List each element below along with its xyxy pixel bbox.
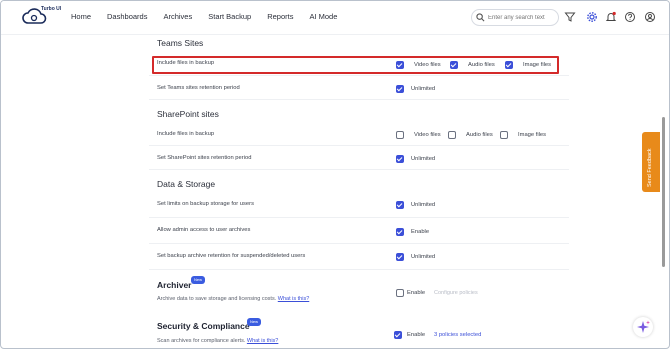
user-avatar-icon[interactable]	[644, 11, 656, 23]
sharepoint-retention-checkbox[interactable]	[396, 155, 404, 163]
settings-content: Teams Sites Include files in backup Vide…	[149, 35, 569, 348]
storage-section-title: Data & Storage	[157, 179, 216, 189]
search-box	[471, 9, 559, 26]
security-what-link[interactable]: What is this?	[247, 338, 278, 344]
nav-dashboards[interactable]: Dashboards	[107, 12, 147, 21]
archiver-description: Archive data to save storage and licensi…	[157, 296, 309, 302]
security-description: Scan archives for compliance alerts. Wha…	[157, 338, 278, 344]
admin-access-value: Enable	[411, 229, 430, 235]
sparkle-icon	[637, 320, 650, 333]
main-nav: Home Dashboards Archives Start Backup Re…	[71, 12, 353, 21]
archive-retention-label: Set backup archive retention for suspend…	[157, 253, 306, 259]
admin-access-row: Allow admin access to user archives Enab…	[149, 220, 569, 244]
teams-retention-label: Set Teams sites retention period	[157, 85, 240, 91]
sharepoint-include-label: Include files in backup	[157, 131, 215, 137]
teams-section-title: Teams Sites	[157, 38, 204, 48]
archiver-new-badge: New	[191, 276, 206, 284]
admin-access-checkbox[interactable]	[396, 228, 404, 236]
brand-name: Turbo UI	[41, 6, 62, 12]
scrollbar-thumb[interactable]	[662, 117, 665, 267]
send-feedback-tab[interactable]: Send Feedback	[642, 132, 660, 192]
app-window: Turbo UI Home Dashboards Archives Start …	[0, 0, 670, 349]
archive-retention-checkbox[interactable]	[396, 253, 404, 261]
teams-retention-value: Unlimited	[411, 86, 436, 92]
security-title: Security & Compliance	[157, 321, 250, 331]
sharepoint-retention-value: Unlimited	[411, 156, 436, 162]
bell-icon[interactable]	[605, 11, 617, 23]
gear-icon[interactable]	[586, 11, 598, 23]
security-new-badge: New	[247, 318, 262, 326]
nav-ai-mode[interactable]: AI Mode	[309, 12, 337, 21]
storage-limit-checkbox[interactable]	[396, 201, 404, 209]
nav-home[interactable]: Home	[71, 12, 91, 21]
archiver-enable-label: Enable	[407, 290, 426, 296]
vertical-scrollbar[interactable]	[661, 37, 666, 347]
search-icon	[476, 13, 485, 22]
sharepoint-retention-label: Set SharePoint sites retention period	[157, 155, 252, 161]
archive-retention-row: Set backup archive retention for suspend…	[149, 246, 569, 270]
sharepoint-audio-label: Audio files	[466, 132, 493, 138]
sharepoint-include-row: Include files in backup Video files Audi…	[149, 124, 569, 146]
sharepoint-video-label: Video files	[414, 132, 441, 138]
security-enable-checkbox[interactable]	[394, 331, 402, 339]
sharepoint-video-checkbox[interactable]	[396, 131, 404, 139]
storage-limit-label: Set limits on backup storage for users	[157, 201, 254, 207]
nav-start-backup[interactable]: Start Backup	[208, 12, 251, 21]
policies-selected-link[interactable]: 3 policies selected	[434, 332, 481, 338]
nav-reports[interactable]: Reports	[267, 12, 293, 21]
search-input[interactable]	[488, 12, 554, 23]
storage-limit-row: Set limits on backup storage for users U…	[149, 194, 569, 218]
ai-assistant-button[interactable]	[633, 317, 653, 337]
archiver-title: Archiver	[157, 280, 192, 290]
nav-archives[interactable]: Archives	[163, 12, 192, 21]
highlight-box	[152, 56, 559, 74]
teams-retention-row: Set Teams sites retention period Unlimit…	[149, 78, 569, 100]
filter-icon[interactable]	[564, 11, 576, 23]
send-feedback-label: Send Feedback	[647, 148, 653, 187]
archiver-enable-checkbox[interactable]	[396, 289, 404, 297]
archiver-what-link[interactable]: What is this?	[278, 296, 309, 302]
sharepoint-image-label: Image files	[518, 132, 547, 138]
security-desc-text: Scan archives for compliance alerts.	[157, 338, 246, 344]
sharepoint-retention-row: Set SharePoint sites retention period Un…	[149, 148, 569, 170]
storage-limit-value: Unlimited	[411, 202, 436, 208]
admin-access-label: Allow admin access to user archives	[157, 227, 251, 233]
help-icon[interactable]	[624, 11, 636, 23]
sharepoint-image-checkbox[interactable]	[500, 131, 508, 139]
sharepoint-audio-checkbox[interactable]	[448, 131, 456, 139]
teams-retention-checkbox[interactable]	[396, 85, 404, 93]
configure-policies-link[interactable]: Configure policies	[434, 290, 478, 296]
sharepoint-section-title: SharePoint sites	[157, 109, 219, 119]
archive-retention-value: Unlimited	[411, 254, 436, 260]
security-enable-label: Enable	[407, 332, 426, 338]
top-navbar: Turbo UI Home Dashboards Archives Start …	[1, 1, 669, 35]
archiver-desc-text: Archive data to save storage and licensi…	[157, 296, 277, 302]
